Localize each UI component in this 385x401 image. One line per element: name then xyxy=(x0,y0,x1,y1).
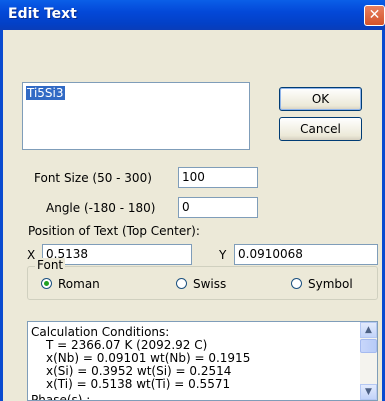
title-bar: Edit Text ✕ xyxy=(0,0,385,30)
angle-input[interactable]: 0 xyxy=(178,197,258,218)
result-line: x(Si) = 0.3952 wt(Si) = 0.2514 xyxy=(46,364,232,378)
window-title: Edit Text xyxy=(8,6,77,22)
text-editor-selection: Ti5Si3 xyxy=(26,86,65,100)
down-arrow-icon: ▼ xyxy=(365,387,372,397)
text-editor[interactable]: Ti5Si3 xyxy=(22,82,250,150)
result-line: Phase(s) : xyxy=(31,393,91,401)
result-line: T = 2366.07 K (2092.92 C) xyxy=(46,338,208,352)
calculation-results-box[interactable]: Calculation Conditions: T = 2366.07 K (2… xyxy=(27,321,378,401)
font-group-legend: Font xyxy=(35,258,66,272)
font-radio-roman[interactable]: Roman xyxy=(41,277,100,291)
angle-label: Angle (-180 - 180) xyxy=(46,201,156,215)
font-radio-roman-label: Roman xyxy=(58,277,100,291)
result-line: Calculation Conditions: xyxy=(31,325,170,339)
radio-icon xyxy=(176,278,187,289)
up-arrow-icon: ▲ xyxy=(365,325,372,335)
radio-selected-icon xyxy=(41,278,52,289)
font-size-label: Font Size (50 - 300) xyxy=(34,171,152,185)
font-size-input[interactable]: 100 xyxy=(178,167,258,188)
position-label: Position of Text (Top Center): xyxy=(28,224,200,238)
close-button[interactable]: ✕ xyxy=(364,5,385,26)
y-position-input[interactable]: 0.0910068 xyxy=(234,244,378,265)
scroll-up-button[interactable]: ▲ xyxy=(360,322,377,338)
result-line: x(Ti) = 0.5138 wt(Ti) = 0.5571 xyxy=(46,377,231,391)
cancel-button[interactable]: Cancel xyxy=(279,117,362,141)
close-icon: ✕ xyxy=(368,7,381,23)
x-label: X xyxy=(27,248,36,262)
result-line: x(Nb) = 0.09101 wt(Nb) = 0.1915 xyxy=(46,351,251,365)
font-radio-symbol[interactable]: Symbol xyxy=(291,277,353,291)
y-label: Y xyxy=(219,248,227,262)
results-scrollbar[interactable]: ▲ ▼ xyxy=(360,322,377,400)
font-radio-symbol-label: Symbol xyxy=(308,277,353,291)
font-radio-swiss[interactable]: Swiss xyxy=(176,277,226,291)
font-radio-swiss-label: Swiss xyxy=(193,277,227,291)
radio-icon xyxy=(291,278,302,289)
ok-button[interactable]: OK xyxy=(279,87,362,111)
scroll-thumb[interactable] xyxy=(360,339,377,353)
scroll-down-button[interactable]: ▼ xyxy=(360,384,377,400)
